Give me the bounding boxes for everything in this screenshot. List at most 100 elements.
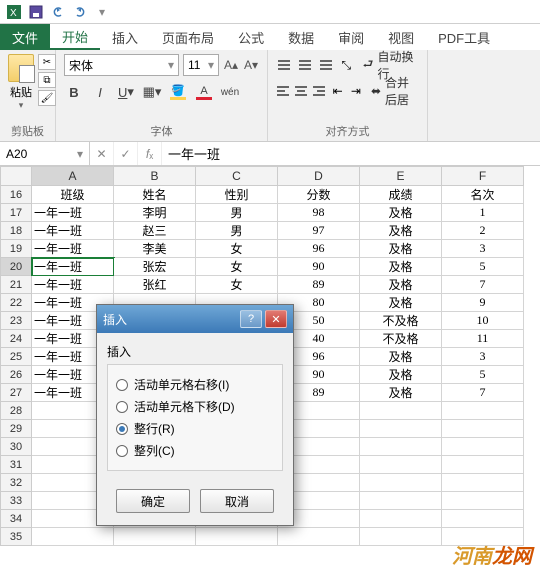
align-left-icon[interactable] (276, 81, 290, 101)
col-header-A[interactable]: A (32, 166, 114, 186)
indent-right-icon[interactable]: ⇥ (349, 81, 363, 101)
cell-C19[interactable]: 女 (196, 240, 278, 258)
row-header-25[interactable]: 25 (0, 348, 32, 366)
cell-B20[interactable]: 张宏 (114, 258, 196, 276)
cell-E19[interactable]: 及格 (360, 240, 442, 258)
orientation-icon[interactable]: ⤡ (338, 55, 355, 75)
phonetic-button[interactable]: wén (220, 82, 240, 102)
cell-C35[interactable] (196, 528, 278, 546)
cell-E26[interactable]: 及格 (360, 366, 442, 384)
cell-F33[interactable] (442, 492, 524, 510)
radio-entire-row[interactable]: 整行(R) (116, 420, 274, 437)
tab-home[interactable]: 开始 (50, 25, 100, 50)
ok-button[interactable]: 确定 (116, 489, 190, 513)
cell-F24[interactable]: 11 (442, 330, 524, 348)
indent-left-icon[interactable]: ⇤ (331, 81, 345, 101)
cell-E21[interactable]: 及格 (360, 276, 442, 294)
cell-E28[interactable] (360, 402, 442, 420)
row-header-32[interactable]: 32 (0, 474, 32, 492)
cell-B16[interactable]: 姓名 (114, 186, 196, 204)
radio-shift-down[interactable]: 活动单元格下移(D) (116, 398, 274, 415)
cell-F16[interactable]: 名次 (442, 186, 524, 204)
cell-F19[interactable]: 3 (442, 240, 524, 258)
border-button[interactable]: ▦▾ (142, 82, 162, 102)
cell-F23[interactable]: 10 (442, 312, 524, 330)
cell-E31[interactable] (360, 456, 442, 474)
cell-E22[interactable]: 及格 (360, 294, 442, 312)
undo-icon[interactable] (50, 4, 66, 20)
cell-E25[interactable]: 及格 (360, 348, 442, 366)
copy-icon[interactable]: ⧉ (38, 72, 56, 88)
cell-B19[interactable]: 李美 (114, 240, 196, 258)
radio-shift-right[interactable]: 活动单元格右移(I) (116, 376, 274, 393)
cell-F25[interactable]: 3 (442, 348, 524, 366)
row-header-20[interactable]: 20 (0, 258, 32, 276)
cell-E24[interactable]: 不及格 (360, 330, 442, 348)
cell-F31[interactable] (442, 456, 524, 474)
row-header-17[interactable]: 17 (0, 204, 32, 222)
cell-A19[interactable]: 一年一班 (32, 240, 114, 258)
name-box[interactable]: A20▾ (0, 142, 90, 165)
col-header-E[interactable]: E (360, 166, 442, 186)
col-header-C[interactable]: C (196, 166, 278, 186)
cell-A17[interactable]: 一年一班 (32, 204, 114, 222)
radio-entire-col[interactable]: 整列(C) (116, 442, 274, 459)
cell-D21[interactable]: 89 (278, 276, 360, 294)
cell-E20[interactable]: 及格 (360, 258, 442, 276)
redo-icon[interactable] (72, 4, 88, 20)
row-header-24[interactable]: 24 (0, 330, 32, 348)
cell-F18[interactable]: 2 (442, 222, 524, 240)
tab-layout[interactable]: 页面布局 (150, 25, 226, 50)
format-painter-icon[interactable]: 🖌 (38, 90, 56, 106)
cell-D20[interactable]: 90 (278, 258, 360, 276)
row-header-34[interactable]: 34 (0, 510, 32, 528)
cell-F29[interactable] (442, 420, 524, 438)
cell-E30[interactable] (360, 438, 442, 456)
cell-D19[interactable]: 96 (278, 240, 360, 258)
cell-C16[interactable]: 性别 (196, 186, 278, 204)
cut-icon[interactable]: ✂ (38, 54, 56, 70)
decrease-font-icon[interactable]: A▾ (243, 57, 259, 73)
qat-dropdown-icon[interactable]: ▾ (94, 4, 110, 20)
cell-E33[interactable] (360, 492, 442, 510)
cell-F30[interactable] (442, 438, 524, 456)
formula-input[interactable]: 一年一班 (162, 142, 540, 165)
underline-button[interactable]: U▾ (116, 82, 136, 102)
tab-data[interactable]: 数据 (276, 25, 326, 50)
cell-D35[interactable] (278, 528, 360, 546)
cell-F28[interactable] (442, 402, 524, 420)
row-header-30[interactable]: 30 (0, 438, 32, 456)
col-header-D[interactable]: D (278, 166, 360, 186)
row-header-35[interactable]: 35 (0, 528, 32, 546)
cell-F20[interactable]: 5 (442, 258, 524, 276)
bold-button[interactable]: B (64, 82, 84, 102)
dialog-help-icon[interactable]: ? (240, 310, 262, 328)
cell-E23[interactable]: 不及格 (360, 312, 442, 330)
cell-A21[interactable]: 一年一班 (32, 276, 114, 294)
row-header-22[interactable]: 22 (0, 294, 32, 312)
cell-E29[interactable] (360, 420, 442, 438)
row-header-27[interactable]: 27 (0, 384, 32, 402)
paste-button[interactable]: 粘贴 ▾ (8, 54, 34, 111)
cell-D16[interactable]: 分数 (278, 186, 360, 204)
cell-C21[interactable]: 女 (196, 276, 278, 294)
align-top-icon[interactable] (276, 55, 293, 75)
cell-A18[interactable]: 一年一班 (32, 222, 114, 240)
cell-F22[interactable]: 9 (442, 294, 524, 312)
cell-F26[interactable]: 5 (442, 366, 524, 384)
cell-E27[interactable]: 及格 (360, 384, 442, 402)
cell-A35[interactable] (32, 528, 114, 546)
cancel-button[interactable]: 取消 (200, 489, 274, 513)
tab-file[interactable]: 文件 (0, 24, 50, 50)
row-header-16[interactable]: 16 (0, 186, 32, 204)
font-color-button[interactable]: A (194, 82, 214, 102)
cell-E32[interactable] (360, 474, 442, 492)
cell-F21[interactable]: 7 (442, 276, 524, 294)
tab-formulas[interactable]: 公式 (226, 25, 276, 50)
align-middle-icon[interactable] (297, 55, 314, 75)
align-bottom-icon[interactable] (317, 55, 334, 75)
cancel-formula-icon[interactable]: ✕ (90, 142, 114, 165)
dialog-titlebar[interactable]: 插入 ? ✕ (97, 305, 293, 333)
font-size-select[interactable]: 11▾ (183, 54, 219, 76)
enter-formula-icon[interactable]: ✓ (114, 142, 138, 165)
